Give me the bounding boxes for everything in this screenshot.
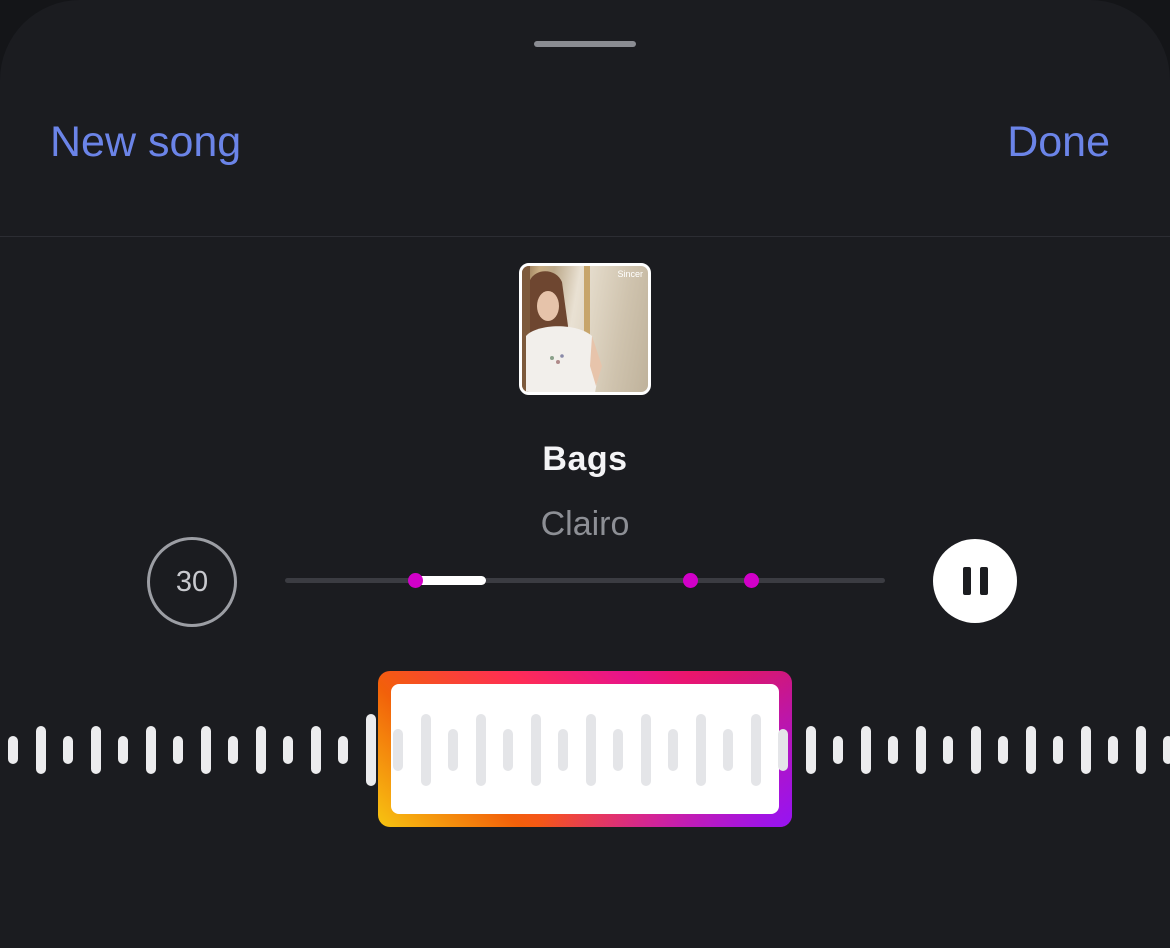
waveform-bar [695,714,706,786]
new-song-button[interactable]: New song [50,116,241,168]
waveform-bar [558,729,568,771]
track-marker[interactable] [682,573,698,588]
song-position-track[interactable] [285,573,885,588]
waveform-bar [613,729,623,771]
waveform-bar [723,729,733,771]
album-photo-illustration [522,266,602,392]
track-marker[interactable] [408,573,424,588]
header-divider [0,236,1170,237]
pause-icon [962,567,971,595]
waveform-bar [778,729,788,771]
waveform-bar [448,729,458,771]
waveform-bar [530,714,541,786]
track-marker[interactable] [744,573,760,588]
song-title: Bags [542,440,628,478]
music-sheet: New song Done Sincer Bags Clairo 30 [0,0,1170,948]
sheet-grabber[interactable] [534,41,636,47]
waveform-bar [475,714,486,786]
selected-clip-indicator [417,576,486,585]
clip-waveform [0,660,1170,840]
album-art: Sincer [519,263,651,395]
done-button[interactable]: Done [1007,116,1110,168]
waveform-bar [420,714,431,786]
waveform-bar [503,729,513,771]
clip-duration-label: 30 [175,565,209,598]
waveform-bar [585,714,596,786]
waveform-bar [750,714,761,786]
pause-button[interactable] [933,539,1017,623]
album-tag: Sincer [617,269,643,279]
waveform-bar [668,729,678,771]
song-artist: Clairo [540,505,630,543]
waveform-bar [640,714,651,786]
waveform-scrubber[interactable] [0,660,1170,840]
waveform-bar [393,729,403,771]
pause-icon-bar [979,567,988,595]
clip-duration-button[interactable]: 30 [147,537,237,627]
